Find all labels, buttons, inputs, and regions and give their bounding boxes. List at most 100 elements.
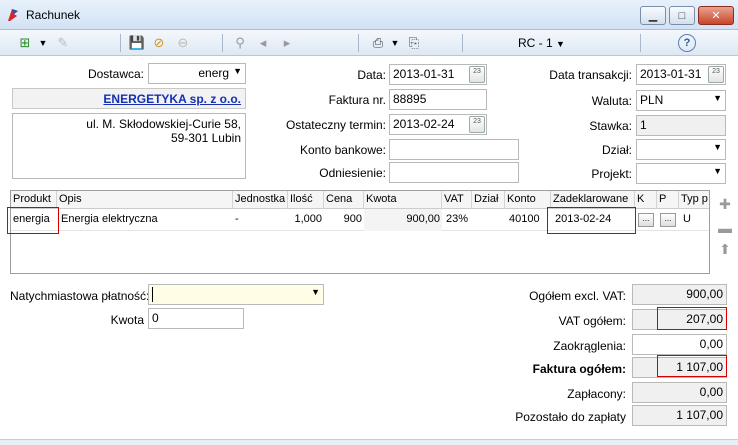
- supplier-name-box: ENERGETYKA sp. z o.o.: [12, 88, 246, 109]
- column-header-quantity[interactable]: Ilość: [288, 191, 324, 209]
- app-logo-icon: [6, 8, 20, 22]
- currency-label: Waluta:: [591, 94, 632, 108]
- department-select[interactable]: ▼: [636, 139, 726, 160]
- chevron-down-icon: ▼: [556, 39, 565, 49]
- calendar-icon[interactable]: 23: [469, 66, 485, 83]
- column-header-description[interactable]: Opis: [57, 191, 233, 209]
- remove-row-icon[interactable]: ▬: [716, 220, 734, 236]
- column-header-price[interactable]: Cena: [324, 191, 364, 209]
- chevron-down-icon: ▼: [233, 66, 242, 76]
- title-bar: [0, 0, 738, 30]
- reference-label: Odniesienie:: [319, 166, 386, 180]
- close-button[interactable]: ✕: [698, 6, 734, 25]
- invoice-number-field[interactable]: 88895: [389, 89, 487, 110]
- immediate-payment-label: Natychmiastowa płatność:: [10, 289, 150, 303]
- chevron-down-icon: ▼: [713, 166, 722, 176]
- column-header-amount[interactable]: Kwota: [364, 191, 442, 209]
- project-label: Projekt:: [591, 167, 632, 181]
- immediate-payment-select[interactable]: ▼: [148, 284, 324, 305]
- k-ellipsis-button[interactable]: ...: [638, 213, 654, 227]
- paid-value: 0,00: [632, 382, 727, 403]
- remaining-label: Pozostało do zapłaty: [515, 410, 626, 424]
- chevron-down-icon: ▼: [713, 93, 722, 103]
- supplier-address-line2: 59-301 Lubin: [170, 131, 241, 145]
- column-header-p[interactable]: P: [657, 191, 679, 209]
- transaction-date-label: Data transakcji:: [549, 68, 632, 82]
- print-dropdown-icon[interactable]: ▼: [390, 34, 400, 52]
- supplier-address-line1: ul. M. Skłodowskiej-Curie 58,: [86, 117, 241, 131]
- project-select[interactable]: ▼: [636, 163, 726, 184]
- print-preview-icon[interactable]: ⎘: [404, 34, 424, 52]
- currency-select[interactable]: PLN ▼: [636, 90, 726, 111]
- column-header-account[interactable]: Konto: [505, 191, 551, 209]
- window-title: Rachunek: [26, 8, 81, 22]
- cell-description[interactable]: Energia elektryczna: [59, 209, 233, 231]
- deadline-label: Ostateczny termin:: [285, 118, 386, 132]
- delete-icon[interactable]: ⊖: [174, 34, 192, 52]
- new-dropdown-icon[interactable]: ▼: [38, 34, 48, 52]
- chevron-down-icon: ▼: [311, 287, 320, 297]
- total-excl-vat-label: Ogółem excl. VAT:: [529, 289, 626, 303]
- invoice-number-label: Faktura nr.: [328, 93, 386, 107]
- p-ellipsis-button[interactable]: ...: [660, 213, 676, 227]
- help-icon[interactable]: ?: [678, 34, 696, 52]
- calendar-icon[interactable]: 23: [708, 66, 724, 83]
- cell-account[interactable]: 40100: [507, 209, 551, 231]
- rate-field: 1: [636, 115, 726, 136]
- cell-vat[interactable]: 23%: [444, 209, 472, 231]
- paid-label: Zapłacony:: [567, 387, 626, 401]
- toolbar-separator: [358, 34, 359, 52]
- total-excl-vat-value: 900,00: [632, 284, 727, 305]
- column-header-vat[interactable]: VAT: [442, 191, 472, 209]
- bank-account-label: Konto bankowe:: [299, 143, 386, 157]
- maximize-button[interactable]: □: [669, 6, 695, 25]
- calendar-icon[interactable]: 23: [469, 116, 485, 133]
- rounding-label: Zaokrąglenia:: [553, 339, 626, 353]
- column-header-department[interactable]: Dział: [472, 191, 505, 209]
- cell-price[interactable]: 900: [324, 209, 364, 231]
- move-up-icon[interactable]: ⬆: [716, 241, 734, 257]
- vat-total-label: VAT ogółem:: [558, 314, 626, 328]
- remaining-value: 1 107,00: [632, 405, 727, 426]
- column-header-unit[interactable]: Jednostka: [233, 191, 288, 209]
- toolbar-separator: [222, 34, 223, 52]
- cell-amount[interactable]: 900,00: [364, 209, 442, 231]
- status-bar: [0, 439, 738, 445]
- supplier-code-select[interactable]: energ ▼: [148, 63, 246, 84]
- supplier-code-value: energ: [198, 66, 230, 80]
- find-icon[interactable]: ⚲: [230, 34, 250, 52]
- next-icon[interactable]: ▸: [280, 34, 294, 52]
- date-label: Data:: [357, 68, 386, 82]
- save-icon[interactable]: 💾: [128, 34, 146, 52]
- immediate-payment-value: [152, 287, 154, 302]
- highlight-declared: [547, 207, 636, 234]
- period-selector[interactable]: RC - 1 ▼: [518, 36, 565, 50]
- rate-label: Stawka:: [589, 119, 632, 133]
- highlight-vat-total: [657, 307, 727, 330]
- print-icon[interactable]: ⎙: [368, 34, 388, 52]
- chevron-down-icon: ▼: [713, 142, 722, 152]
- reference-field[interactable]: [389, 162, 519, 183]
- amount-field[interactable]: 0: [148, 308, 244, 329]
- cell-department[interactable]: [472, 209, 505, 231]
- edit-icon[interactable]: ✎: [54, 34, 72, 52]
- currency-value: PLN: [640, 93, 664, 107]
- cancel-icon[interactable]: ⊘: [150, 34, 168, 52]
- minimize-button[interactable]: ▁: [640, 6, 666, 25]
- cell-unit[interactable]: -: [233, 209, 288, 231]
- amount-label: Kwota: [110, 313, 144, 327]
- supplier-address-box: ul. M. Skłodowskiej-Curie 58, 59-301 Lub…: [12, 113, 246, 179]
- new-document-icon[interactable]: ⊞: [16, 34, 34, 52]
- supplier-label: Dostawca:: [87, 67, 144, 81]
- bank-account-field[interactable]: [389, 139, 519, 160]
- previous-icon[interactable]: ◂: [256, 34, 270, 52]
- cell-quantity[interactable]: 1,000: [288, 209, 324, 231]
- add-row-icon[interactable]: ✚: [716, 196, 734, 212]
- column-header-k[interactable]: K: [635, 191, 657, 209]
- highlight-product: [7, 207, 59, 234]
- cell-type[interactable]: U: [681, 209, 709, 231]
- toolbar-separator: [640, 34, 641, 52]
- rounding-field[interactable]: 0,00: [632, 334, 727, 355]
- column-header-type[interactable]: Typ p: [679, 191, 709, 209]
- supplier-name-link[interactable]: ENERGETYKA sp. z o.o.: [103, 92, 241, 106]
